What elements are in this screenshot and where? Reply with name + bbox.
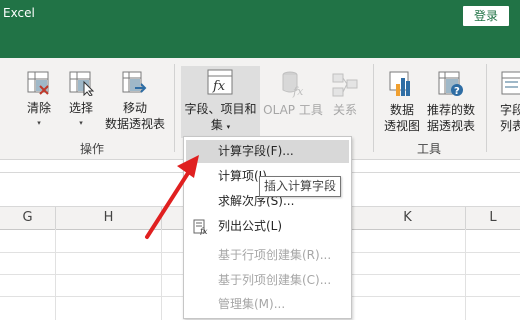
annotation-arrow-icon bbox=[145, 155, 199, 239]
